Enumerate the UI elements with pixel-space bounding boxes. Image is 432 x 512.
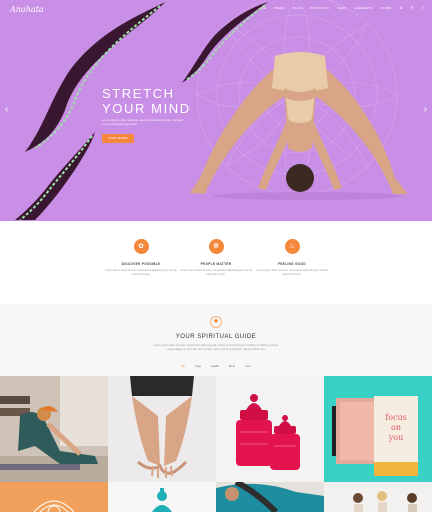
- feature-text: Lorem ipsum dolor sit amet, consectetur …: [105, 269, 177, 276]
- buddha-statue-tile[interactable]: [108, 482, 216, 512]
- nav-item-portfolio[interactable]: PORTFOLIO: [310, 6, 329, 10]
- filter-health[interactable]: Health: [211, 364, 219, 368]
- buddha-statue-illustration: [108, 482, 216, 512]
- yoga-stretch-photo[interactable]: [0, 376, 108, 482]
- notebooks-photo[interactable]: focus on you: [324, 376, 432, 482]
- filter-soul[interactable]: Soul: [245, 364, 251, 368]
- nav-item-store[interactable]: STORE: [380, 6, 391, 10]
- view-more-button[interactable]: VIEW MORE: [102, 134, 134, 143]
- spiritual-guide-section: ✺ YOUR SPIRITUAL GUIDE Lorem ipsum dolor…: [0, 304, 432, 376]
- portfolio-filters: All Yoga Health Mind Soul: [0, 364, 432, 368]
- page: { "header": { "logo": "Anahata", "nav": …: [0, 0, 432, 512]
- feature-feeling: ♨ FEELING GOOD Lorem ipsum dolor sit ame…: [255, 239, 329, 276]
- hero-title: STRETCH YOUR MIND: [102, 86, 191, 116]
- portfolio-grid: focus on you: [0, 376, 432, 512]
- yoga-mat-illustration: [216, 482, 324, 512]
- lotus-icon: ✿: [133, 239, 149, 254]
- slider-prev-arrow[interactable]: ‹: [5, 105, 8, 115]
- feature-title: PEOPLE MATTER: [200, 262, 232, 266]
- pink-jars-illustration: [216, 376, 324, 482]
- main-nav: HOME PAGES BLOG PORTFOLIO SHOP ELEMENTS …: [256, 6, 424, 11]
- nav-item-shop[interactable]: SHOP: [337, 6, 346, 10]
- nav-item-elements[interactable]: ELEMENTS: [355, 6, 373, 10]
- search-icon[interactable]: ⚲: [410, 6, 413, 10]
- yoga-mat-photo[interactable]: [216, 482, 324, 512]
- feature-text: Lorem ipsum dolor sit amet, consectetur …: [180, 269, 252, 276]
- filter-all[interactable]: All: [181, 364, 184, 368]
- feature-title: DISCOVER POSSIBLE: [121, 262, 161, 266]
- group-class-photo[interactable]: [324, 482, 432, 512]
- feature-title: FEELING GOOD: [277, 262, 307, 266]
- feature-people: ☸ PEOPLE MATTER Lorem ipsum dolor sit am…: [179, 239, 253, 276]
- section-text: Lorem ipsum dolor sit amet, consectetur …: [153, 344, 279, 351]
- hands-pose-illustration: [108, 376, 216, 482]
- hero-slider: Anahata HOME PAGES BLOG PORTFOLIO SHOP E…: [0, 0, 432, 221]
- yoga-pose-icon: ♨: [284, 239, 300, 254]
- mandala-orange-illustration: [0, 482, 108, 512]
- hero-title-line2: YOUR MIND: [102, 101, 191, 116]
- svg-text:on: on: [391, 423, 401, 432]
- section-title: YOUR SPIRITUAL GUIDE: [175, 334, 257, 340]
- nav-item-blog[interactable]: BLOG: [293, 6, 302, 10]
- slider-next-arrow[interactable]: ›: [424, 105, 427, 115]
- hands-pose-photo[interactable]: [108, 376, 216, 482]
- leaf-decoration-bottom: [15, 132, 95, 221]
- meditation-icon: ☸: [208, 239, 224, 254]
- feature-text: Lorem ipsum dolor sit amet, consectetur …: [256, 269, 328, 276]
- sun-icon: ✺: [210, 316, 222, 328]
- hero-subtitle: Lorem ipsum dolor sit amet, sed do eiusm…: [102, 118, 183, 126]
- yoga-woman-figure: [190, 52, 408, 200]
- filter-mind[interactable]: Mind: [229, 364, 235, 368]
- pink-jars-photo[interactable]: [216, 376, 324, 482]
- group-class-illustration: [324, 482, 432, 512]
- svg-text:you: you: [388, 433, 404, 442]
- feature-discover: ✿ DISCOVER POSSIBLE Lorem ipsum dolor si…: [104, 239, 178, 276]
- mandala-orange-tile[interactable]: [0, 482, 108, 512]
- nav-item-pages[interactable]: PAGES: [274, 6, 285, 10]
- hero-title-line1: STRETCH: [102, 86, 175, 101]
- features-section: ✿ DISCOVER POSSIBLE Lorem ipsum dolor si…: [0, 221, 432, 304]
- yoga-stretch-illustration: [0, 376, 108, 482]
- menu-icon[interactable]: ≡: [421, 6, 424, 10]
- notebooks-illustration: focus on you: [324, 376, 432, 482]
- filter-yoga[interactable]: Yoga: [195, 364, 201, 368]
- cart-icon[interactable]: ◘: [400, 6, 403, 10]
- svg-text:focus: focus: [385, 413, 407, 422]
